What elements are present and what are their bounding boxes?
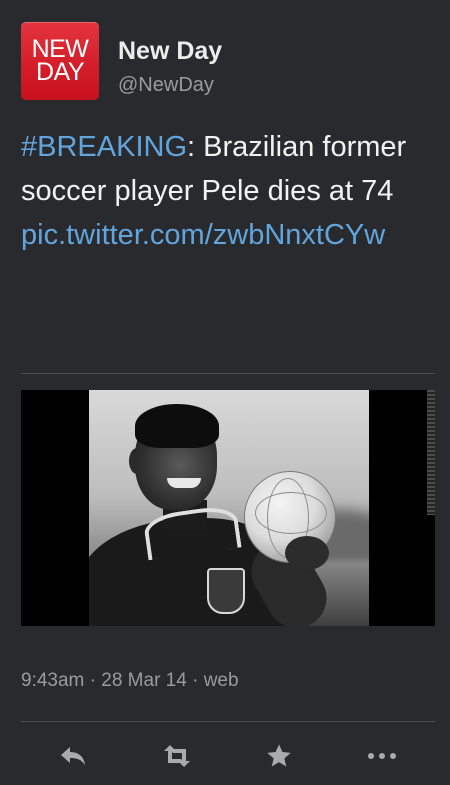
tweet-text: #BREAKING: Brazilian former soccer playe… <box>21 125 436 257</box>
tweet-source: web <box>203 670 239 691</box>
hashtag-link[interactable]: #BREAKING <box>21 131 187 163</box>
favorite-star-icon <box>267 744 291 767</box>
photo-image <box>89 390 369 626</box>
more-button[interactable] <box>360 739 404 773</box>
author-name[interactable]: New Day <box>118 37 222 66</box>
more-icon <box>368 753 396 759</box>
photo-edge-strip <box>427 390 435 515</box>
avatar-text-day: DAY <box>35 58 85 86</box>
avatar[interactable]: NEW DAY <box>21 22 99 100</box>
meta-separator: · <box>84 670 102 691</box>
favorite-button[interactable] <box>257 739 301 773</box>
reply-button[interactable] <box>51 739 95 773</box>
tweet-photo[interactable] <box>21 390 435 626</box>
tweet-meta: 9:43am · 28 Mar 14 · web <box>21 670 239 692</box>
tweet-date[interactable]: 28 Mar 14 <box>101 670 187 691</box>
reply-icon <box>61 747 85 765</box>
tweet-time[interactable]: 9:43am <box>21 670 84 691</box>
meta-separator: · <box>186 670 204 691</box>
retweet-icon <box>164 745 190 767</box>
shirt-crest-icon <box>207 568 245 614</box>
media-link[interactable]: pic.twitter.com/zwbNnxtCYw <box>21 213 436 257</box>
tweet-actions <box>21 733 435 777</box>
divider <box>21 721 435 722</box>
tweet-header: NEW DAY New Day @NewDay <box>21 22 431 102</box>
divider <box>21 373 435 374</box>
author-handle[interactable]: @NewDay <box>118 74 214 97</box>
retweet-button[interactable] <box>155 739 199 773</box>
tweet-card: NEW DAY New Day @NewDay #BREAKING: Brazi… <box>0 0 450 785</box>
